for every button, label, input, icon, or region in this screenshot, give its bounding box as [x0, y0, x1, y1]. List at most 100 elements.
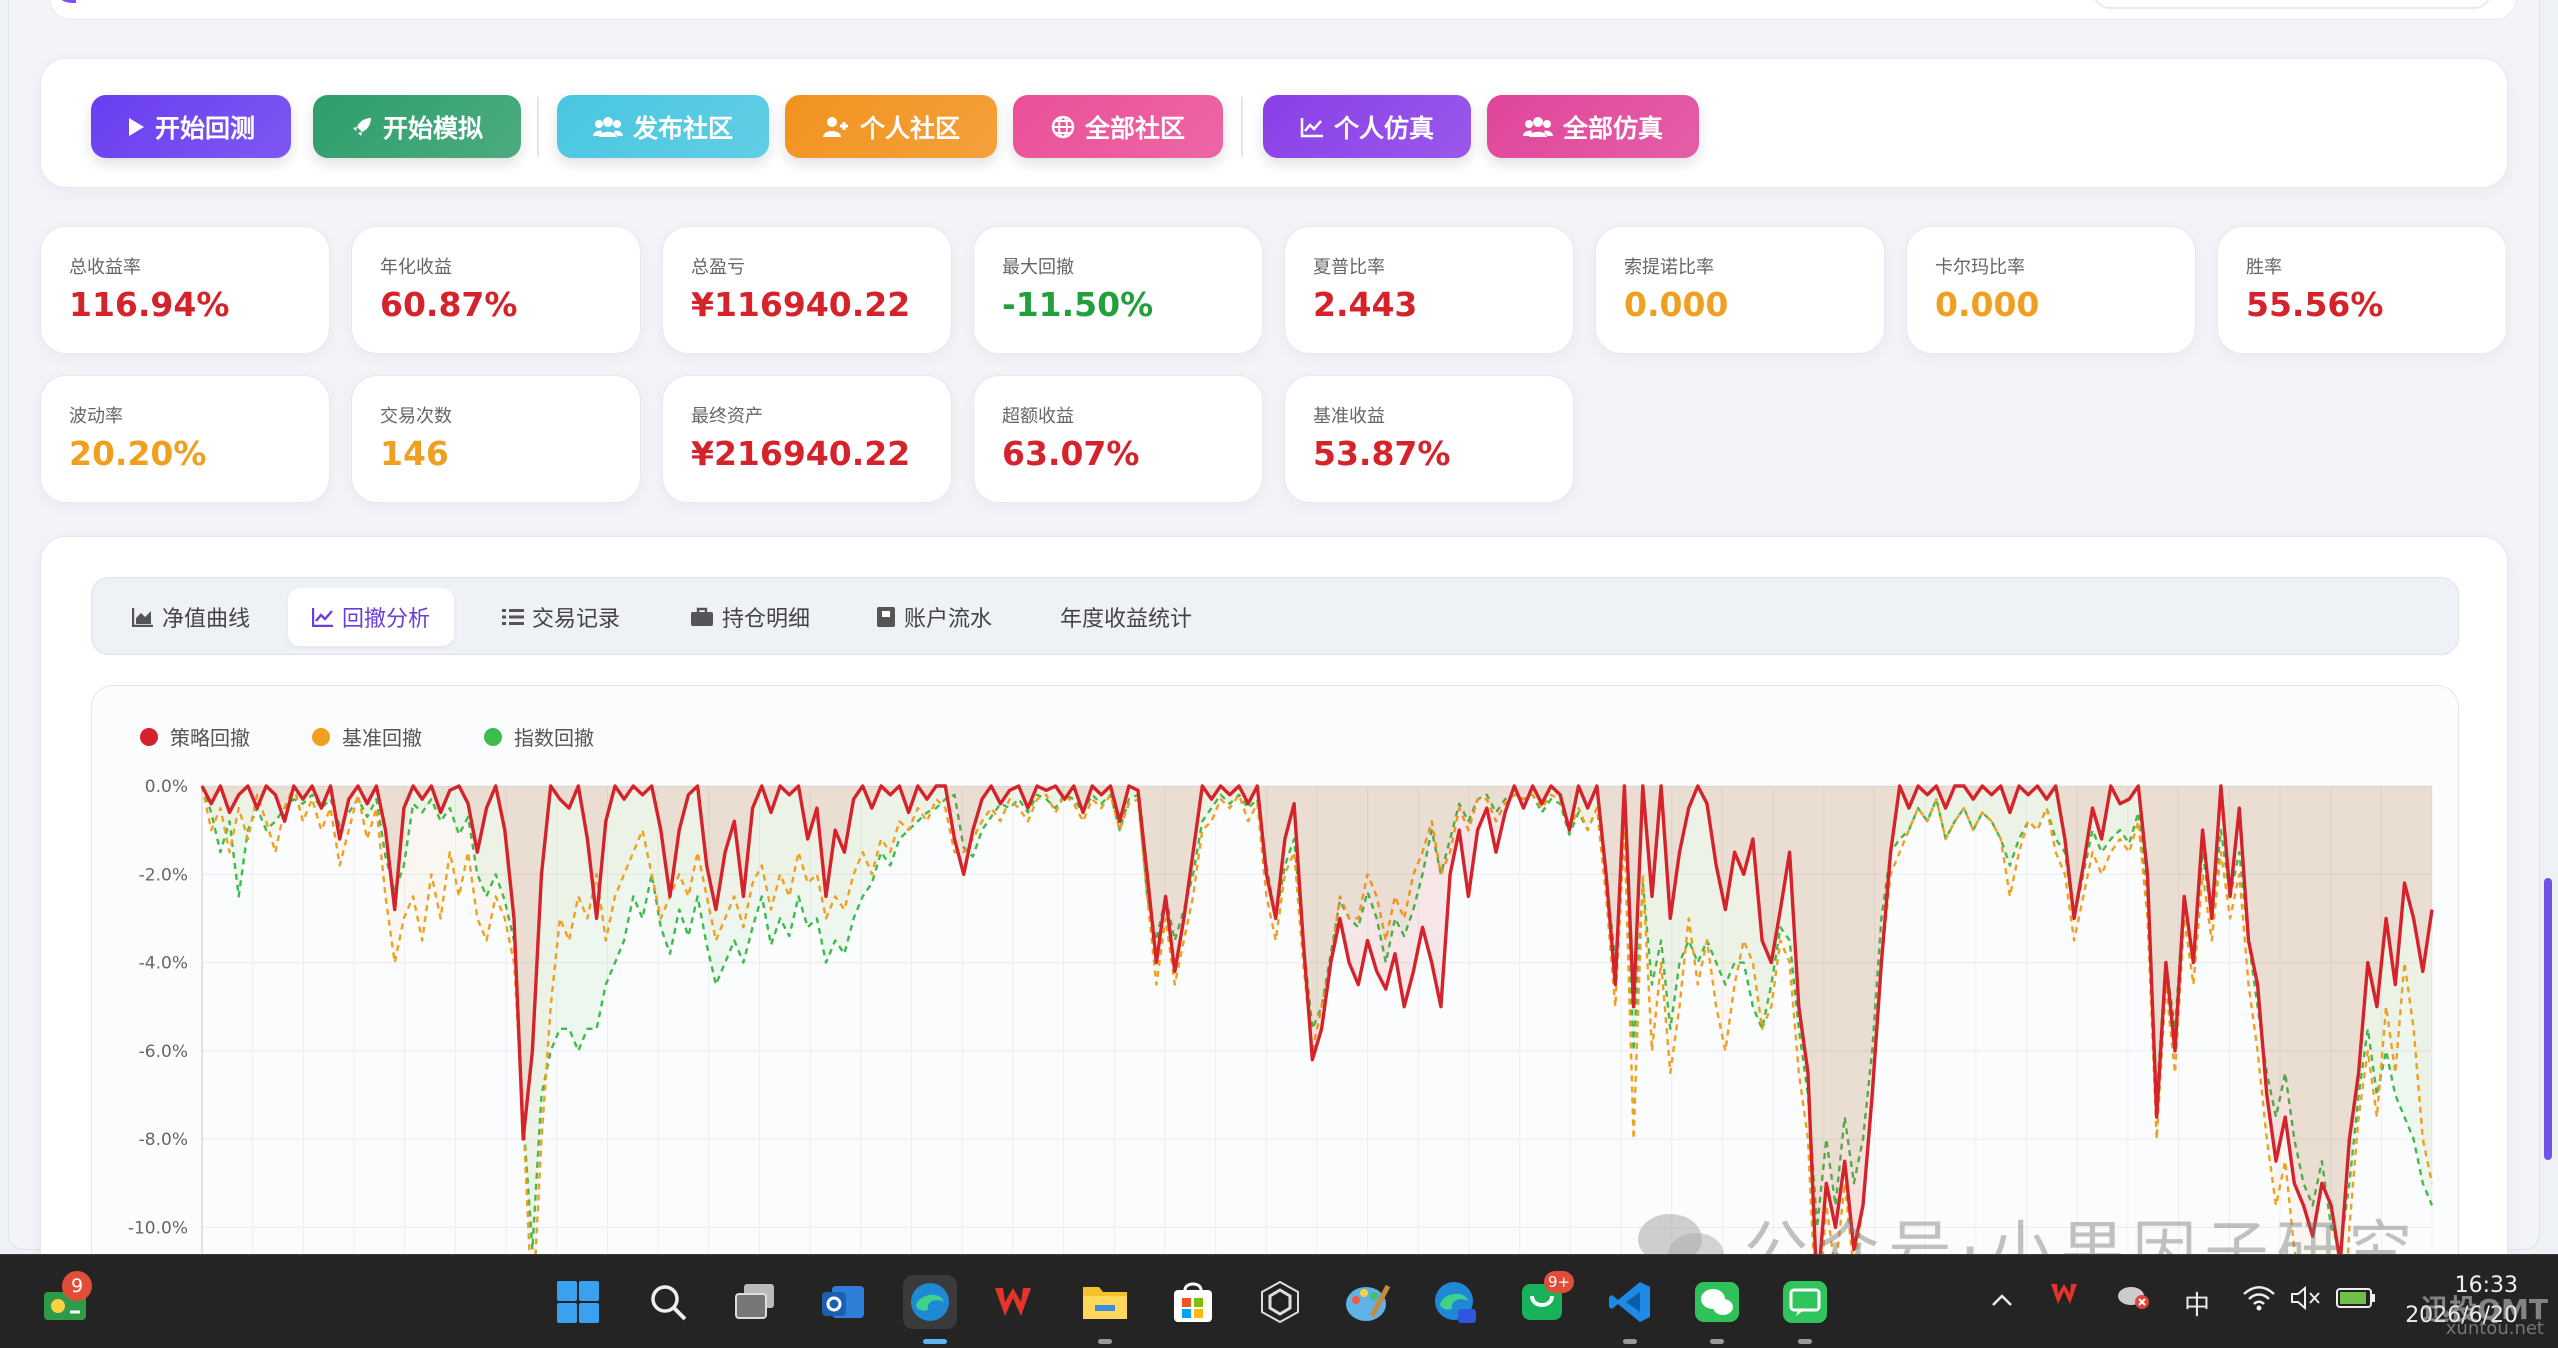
metric-value: 116.94% — [69, 285, 230, 324]
tab-drawdown-analysis[interactable]: 回撤分析 — [288, 588, 455, 646]
metric-label: 基准收益 — [1313, 406, 1385, 427]
chevron-up-icon[interactable] — [1990, 1285, 2014, 1315]
metric-label: 索提诺比率 — [1624, 257, 1714, 278]
edge-ai-icon[interactable] — [1428, 1275, 1482, 1329]
tab-annual-returns[interactable]: 年度收益统计 — [1036, 588, 1216, 646]
speaker-muted-icon[interactable] — [2290, 1285, 2322, 1318]
metric-card: 总盈亏 ¥116940.22 — [662, 226, 952, 354]
metric-label: 年化收益 — [380, 257, 452, 278]
top-input-remnant — [2092, 0, 2492, 9]
metric-card: 卡尔玛比率 0.000 — [1906, 226, 2196, 354]
metric-value: 0.000 — [1935, 285, 2040, 324]
personal-community-button[interactable]: 个人社区 — [785, 95, 997, 158]
metric-card: 胜率 55.56% — [2217, 226, 2507, 354]
y-tick-label: 0.0% — [145, 777, 188, 797]
start-simulation-button[interactable]: 开始模拟 — [313, 95, 521, 158]
play-icon — [128, 117, 144, 136]
users-icon — [1522, 116, 1553, 137]
tab-trade-records-label: 交易记录 — [532, 607, 621, 632]
tab-account-ledger-label: 账户流水 — [904, 607, 993, 632]
search-icon[interactable] — [641, 1275, 695, 1329]
start-simulation-label: 开始模拟 — [382, 113, 483, 143]
edge-icon[interactable] — [903, 1275, 957, 1329]
publish-community-button[interactable]: 发布社区 — [557, 95, 769, 158]
metric-label: 胜率 — [2246, 257, 2282, 278]
outlook-icon[interactable] — [816, 1275, 870, 1329]
tab-position-details[interactable]: 持仓明细 — [666, 588, 834, 646]
metric-value: ¥216940.22 — [691, 434, 911, 473]
metric-label: 卡尔玛比率 — [1935, 257, 2025, 278]
tab-drawdown-analysis-label: 回撤分析 — [342, 607, 431, 632]
vscode-icon[interactable] — [1603, 1275, 1657, 1329]
all-simulation-button[interactable]: 全部仿真 — [1487, 95, 1699, 158]
paint-icon[interactable] — [1340, 1275, 1394, 1329]
tab-equity-curve[interactable]: 净值曲线 — [108, 588, 274, 646]
toolbar-divider — [1241, 97, 1243, 157]
list-icon — [502, 609, 524, 625]
y-tick-label: -10.0% — [128, 1218, 188, 1238]
all-community-button[interactable]: 全部社区 — [1013, 95, 1223, 158]
battery-icon[interactable] — [2336, 1285, 2376, 1316]
wechat-icon[interactable] — [1690, 1275, 1744, 1329]
metric-value: 146 — [380, 434, 449, 473]
metric-label: 总盈亏 — [691, 257, 745, 278]
ime-indicator[interactable]: 中 — [2184, 1285, 2210, 1322]
store-icon[interactable] — [1166, 1275, 1220, 1329]
start-backtest-label: 开始回测 — [154, 113, 255, 143]
all-simulation-label: 全部仿真 — [1562, 113, 1663, 143]
unity-icon[interactable] — [1253, 1275, 1307, 1329]
personal-simulation-label: 个人仿真 — [1333, 113, 1434, 143]
metric-card: 年化收益 60.87% — [351, 226, 641, 354]
metric-value: 2.443 — [1313, 285, 1418, 324]
page-scrollbar[interactable] — [2544, 878, 2552, 1160]
rocket-icon — [352, 117, 371, 136]
taskbar: 9 9+ 中 16:33 2026/6/20 — [0, 1254, 2558, 1348]
y-tick-label: -6.0% — [139, 1042, 188, 1062]
y-tick-label: -2.0% — [139, 865, 188, 885]
analysis-tabs: 净值曲线 回撤分析 交易记录 持仓明细 账户流水 年度收益统计 — [91, 577, 2459, 655]
messages-icon[interactable] — [1778, 1275, 1832, 1329]
start-icon[interactable] — [551, 1275, 605, 1329]
metric-card: 最终资产 ¥216940.22 — [662, 375, 952, 503]
metric-card: 最大回撤 -11.50% — [973, 226, 1263, 354]
area-chart-icon — [132, 608, 153, 627]
start-backtest-button[interactable]: 开始回测 — [91, 95, 291, 158]
tab-trade-records[interactable]: 交易记录 — [478, 588, 644, 646]
wifi-icon[interactable] — [2242, 1285, 2276, 1318]
ledger-icon — [877, 607, 895, 627]
metric-card: 波动率 20.20% — [40, 375, 330, 503]
tab-account-ledger[interactable]: 账户流水 — [852, 588, 1016, 646]
metric-card: 超额收益 63.07% — [973, 375, 1263, 503]
cloud-sync-icon[interactable] — [2116, 1281, 2152, 1318]
briefcase-icon — [691, 607, 713, 626]
analysis-panel: 净值曲线 回撤分析 交易记录 持仓明细 账户流水 年度收益统计 策略回撤 基准回… — [40, 536, 2508, 1306]
globe-icon — [1051, 115, 1075, 138]
accent-border — [52, 0, 76, 3]
vscode-running-indicator — [1623, 1339, 1637, 1344]
wechat-work-badge: 9+ — [1544, 1271, 1575, 1293]
personal-simulation-button[interactable]: 个人仿真 — [1263, 95, 1471, 158]
metric-label: 超额收益 — [1002, 406, 1074, 427]
tab-annual-returns-label: 年度收益统计 — [1060, 607, 1193, 632]
metric-value: 53.87% — [1313, 434, 1451, 473]
tab-equity-curve-label: 净值曲线 — [162, 607, 251, 632]
publish-community-label: 发布社区 — [632, 113, 733, 143]
metric-card: 夏普比率 2.443 — [1284, 226, 1574, 354]
y-tick-label: -8.0% — [139, 1130, 188, 1150]
line-chart-icon — [1300, 117, 1323, 137]
wechat-running-indicator — [1710, 1339, 1724, 1344]
task-view-icon[interactable] — [729, 1275, 783, 1329]
all-community-label: 全部社区 — [1084, 113, 1185, 143]
action-toolbar: 开始回测 开始模拟 发布社区 个人社区 全部社区 个人仿真 全部仿真 — [40, 58, 2508, 188]
wps-icon[interactable] — [990, 1275, 1044, 1329]
metric-value: 55.56% — [2246, 285, 2384, 324]
metric-card: 基准收益 53.87% — [1284, 375, 1574, 503]
metric-label: 最终资产 — [691, 406, 763, 427]
messages-running-indicator — [1798, 1339, 1812, 1344]
wps-tray-icon[interactable] — [2050, 1281, 2086, 1314]
file-explorer-icon[interactable] — [1078, 1275, 1132, 1329]
metric-card: 交易次数 146 — [351, 375, 641, 503]
metric-value: 0.000 — [1624, 285, 1729, 324]
metric-label: 最大回撤 — [1002, 257, 1074, 278]
metric-value: 60.87% — [380, 285, 518, 324]
